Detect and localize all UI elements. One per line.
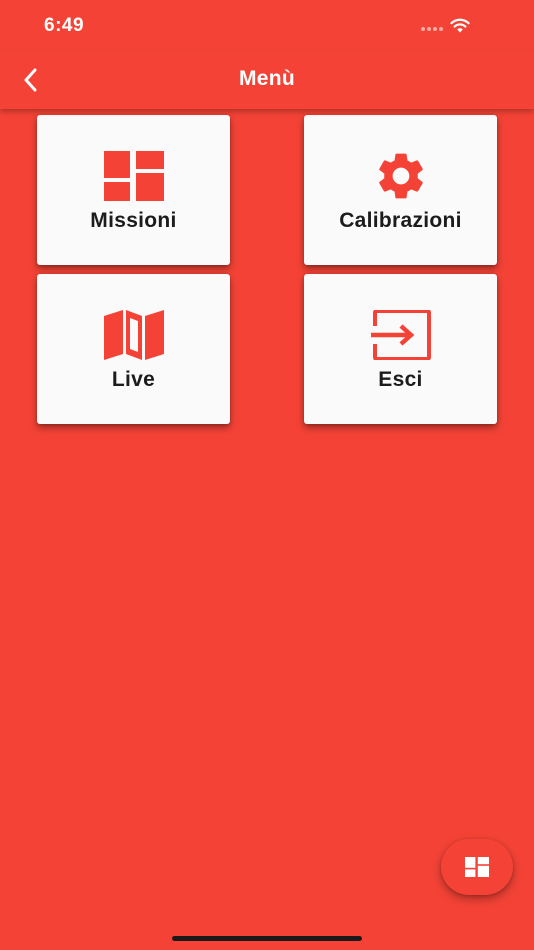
tile-calibrazioni[interactable]: Calibrazioni [304, 115, 497, 265]
tile-esci[interactable]: Esci [304, 274, 497, 424]
dashboard-fab-button[interactable] [441, 839, 513, 895]
tile-missioni[interactable]: Missioni [37, 115, 230, 265]
tile-label: Calibrazioni [339, 209, 462, 232]
status-time: 6:49 [44, 15, 85, 36]
dashboard-icon [103, 150, 165, 202]
home-indicator[interactable] [172, 936, 362, 941]
tile-label: Live [111, 368, 156, 391]
status-bar: 6:49 [0, 0, 534, 50]
tile-label: Missioni [90, 209, 177, 232]
exit-icon [370, 309, 432, 361]
dashboard-icon [465, 857, 489, 877]
tile-live[interactable]: Live [37, 274, 230, 424]
page-title: Menù [238, 67, 296, 90]
cellular-signal-icon [421, 27, 443, 31]
wifi-icon [450, 18, 470, 33]
gear-icon [370, 150, 432, 202]
map-icon [103, 309, 165, 361]
tile-label: Esci [378, 368, 423, 391]
app-bar: Menù [0, 50, 534, 109]
